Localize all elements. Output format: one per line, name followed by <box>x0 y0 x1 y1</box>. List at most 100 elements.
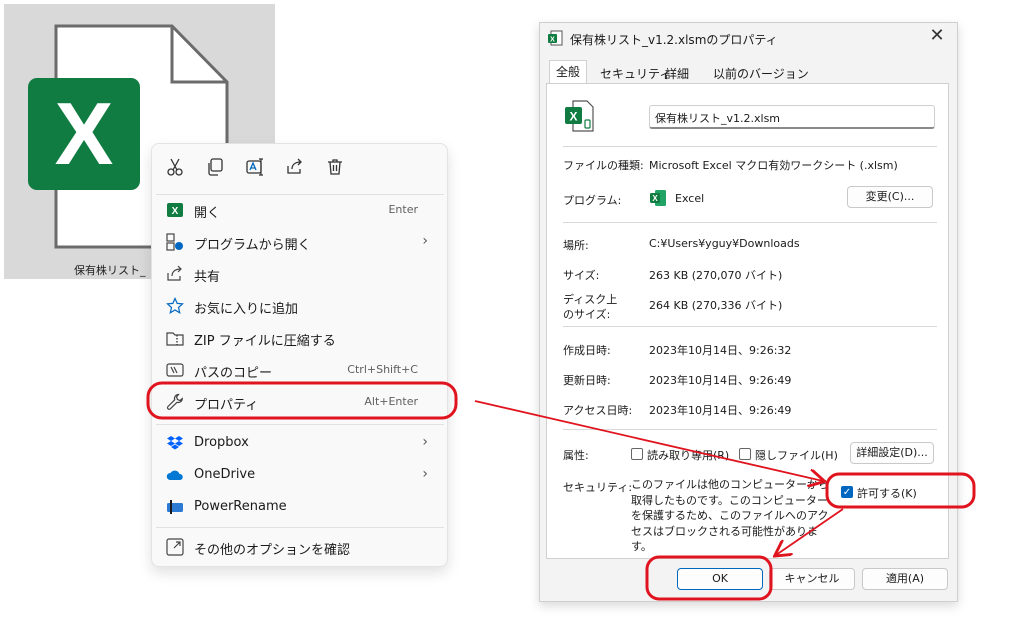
context-menu-quick-actions <box>152 144 447 192</box>
svg-text:X: X <box>652 194 658 203</box>
cancel-button[interactable]: キャンセル <box>769 568 855 590</box>
chevron-right-icon: › <box>422 233 428 249</box>
excel-icon: X <box>650 190 666 206</box>
menu-item-label: PowerRename <box>194 499 287 514</box>
accessed-value: 2023年10月14日、9:26:49 <box>649 404 792 417</box>
menu-item-label: ZIP ファイルに圧縮する <box>194 334 336 349</box>
excel-icon: X <box>167 203 183 217</box>
change-program-button[interactable]: 変更(C)... <box>847 186 933 208</box>
tab-previous-versions[interactable]: 以前のバージョン <box>707 63 815 83</box>
hidden-label: 隠しファイル(H) <box>755 449 838 462</box>
security-warning-text: このファイルは他のコンピューターから取得したものです。このコンピューターを保護す… <box>631 478 829 553</box>
menu-item-shortcut: Alt+Enter <box>364 395 418 408</box>
zip-icon <box>166 332 184 346</box>
menu-item-shortcut: Ctrl+Shift+C <box>347 363 418 376</box>
menu-separator <box>156 527 444 528</box>
share-icon[interactable] <box>285 157 305 177</box>
unblock-label: 許可する(K) <box>857 487 917 500</box>
tab-details[interactable]: 詳細 <box>659 63 695 83</box>
readonly-label: 読み取り専用(R) <box>647 449 730 462</box>
svg-text:X: X <box>550 37 555 44</box>
location-label: 場所: <box>563 239 589 252</box>
excel-file-icon: X <box>28 78 140 190</box>
apply-button[interactable]: 適用(A) <box>862 568 948 590</box>
rename-icon[interactable] <box>245 157 265 177</box>
chevron-right-icon: › <box>422 434 428 450</box>
share-icon <box>167 265 182 281</box>
menu-separator <box>156 424 444 425</box>
screenshot-stage: X 保有株リスト_ X 開く Enter プログラムから開く › 共有 お気に入… <box>0 0 1015 626</box>
menu-item-dropbox[interactable]: Dropbox › <box>156 427 444 459</box>
star-icon <box>166 297 184 315</box>
wrench-icon <box>166 393 183 410</box>
dropbox-icon <box>167 436 183 450</box>
file-type-value: Microsoft Excel マクロ有効ワークシート (.xlsm) <box>649 159 898 172</box>
disk-size-label-line2: のサイズ: <box>563 308 611 321</box>
menu-item-label: 共有 <box>194 270 221 285</box>
open-with-icon <box>166 233 183 251</box>
menu-item-label: OneDrive <box>194 467 256 482</box>
hidden-checkbox[interactable] <box>739 448 751 460</box>
menu-item-share[interactable]: 共有 <box>156 258 444 290</box>
svg-text:X: X <box>172 206 179 217</box>
menu-item-label: 開く <box>194 206 221 221</box>
accessed-label: アクセス日時: <box>563 404 633 417</box>
menu-item-label: Dropbox <box>194 435 249 450</box>
divider <box>563 326 937 327</box>
size-value: 263 KB (270,070 バイト) <box>649 269 783 282</box>
copy-icon[interactable] <box>205 157 225 177</box>
more-options-icon <box>166 538 184 556</box>
chevron-right-icon: › <box>422 466 428 482</box>
file-name-label: 保有株リスト_ <box>74 264 146 277</box>
excel-file-icon: X <box>548 30 563 46</box>
menu-item-label: パスのコピー <box>194 366 273 381</box>
menu-item-add-favorite[interactable]: お気に入りに追加 <box>156 290 444 322</box>
program-label: プログラム: <box>563 194 622 207</box>
cut-icon[interactable] <box>165 157 185 177</box>
divider <box>563 429 937 430</box>
dialog-title: 保有株リスト_v1.2.xlsmのプロパティ <box>570 33 778 47</box>
modified-label: 更新日時: <box>563 374 611 387</box>
context-menu: X 開く Enter プログラムから開く › 共有 お気に入りに追加 ZIP フ… <box>151 143 448 567</box>
security-label: セキュリティ: <box>563 481 633 494</box>
copy-path-icon <box>166 363 184 377</box>
size-label: サイズ: <box>563 269 600 282</box>
filename-field[interactable]: 保有株リスト_v1.2.xlsm <box>649 105 935 129</box>
menu-item-label: プロパティ <box>194 398 259 413</box>
menu-item-properties[interactable]: プロパティ Alt+Enter <box>156 386 444 418</box>
svg-text:X: X <box>569 110 577 124</box>
menu-item-open[interactable]: X 開く Enter <box>156 194 444 226</box>
onedrive-icon <box>166 470 183 480</box>
powerrename-icon <box>167 500 183 514</box>
menu-item-more-options[interactable]: その他のオプションを確認 <box>156 531 444 563</box>
file-type-label: ファイルの種類: <box>563 159 644 172</box>
menu-item-shortcut: Enter <box>388 203 418 216</box>
menu-item-label: プログラムから開く <box>194 238 311 253</box>
properties-dialog: X 保有株リスト_v1.2.xlsmのプロパティ ✕ 全般 セキュリティ 詳細 … <box>539 22 958 602</box>
readonly-checkbox[interactable] <box>631 448 643 460</box>
location-value: C:¥Users¥yguy¥Downloads <box>649 237 800 250</box>
program-value: Excel <box>675 192 705 205</box>
attributes-label: 属性: <box>563 449 589 462</box>
general-tab-panel: X 保有株リスト_v1.2.xlsm ファイルの種類: Microsoft Ex… <box>546 83 949 559</box>
menu-item-onedrive[interactable]: OneDrive › <box>156 459 444 491</box>
unblock-checkbox[interactable]: ✓ <box>841 486 853 498</box>
menu-item-label: お気に入りに追加 <box>194 302 299 317</box>
created-label: 作成日時: <box>563 344 611 357</box>
menu-item-copy-path[interactable]: パスのコピー Ctrl+Shift+C <box>156 354 444 386</box>
tab-general[interactable]: 全般 <box>549 60 588 84</box>
divider <box>563 222 937 223</box>
menu-item-powerrename[interactable]: PowerRename <box>156 491 444 523</box>
menu-item-compress-zip[interactable]: ZIP ファイルに圧縮する <box>156 322 444 354</box>
menu-item-open-with[interactable]: プログラムから開く › <box>156 226 444 258</box>
disk-size-value: 264 KB (270,336 バイト) <box>649 299 783 312</box>
delete-icon[interactable] <box>325 157 345 177</box>
ok-button[interactable]: OK <box>677 568 763 590</box>
created-value: 2023年10月14日、9:26:32 <box>649 344 792 357</box>
menu-item-label: その他のオプションを確認 <box>194 543 351 558</box>
advanced-settings-button[interactable]: 詳細設定(D)... <box>850 442 934 464</box>
excel-file-icon: X <box>565 100 594 132</box>
close-icon[interactable]: ✕ <box>925 25 949 46</box>
modified-value: 2023年10月14日、9:26:49 <box>649 374 792 387</box>
disk-size-label-line1: ディスク上 <box>563 293 618 306</box>
